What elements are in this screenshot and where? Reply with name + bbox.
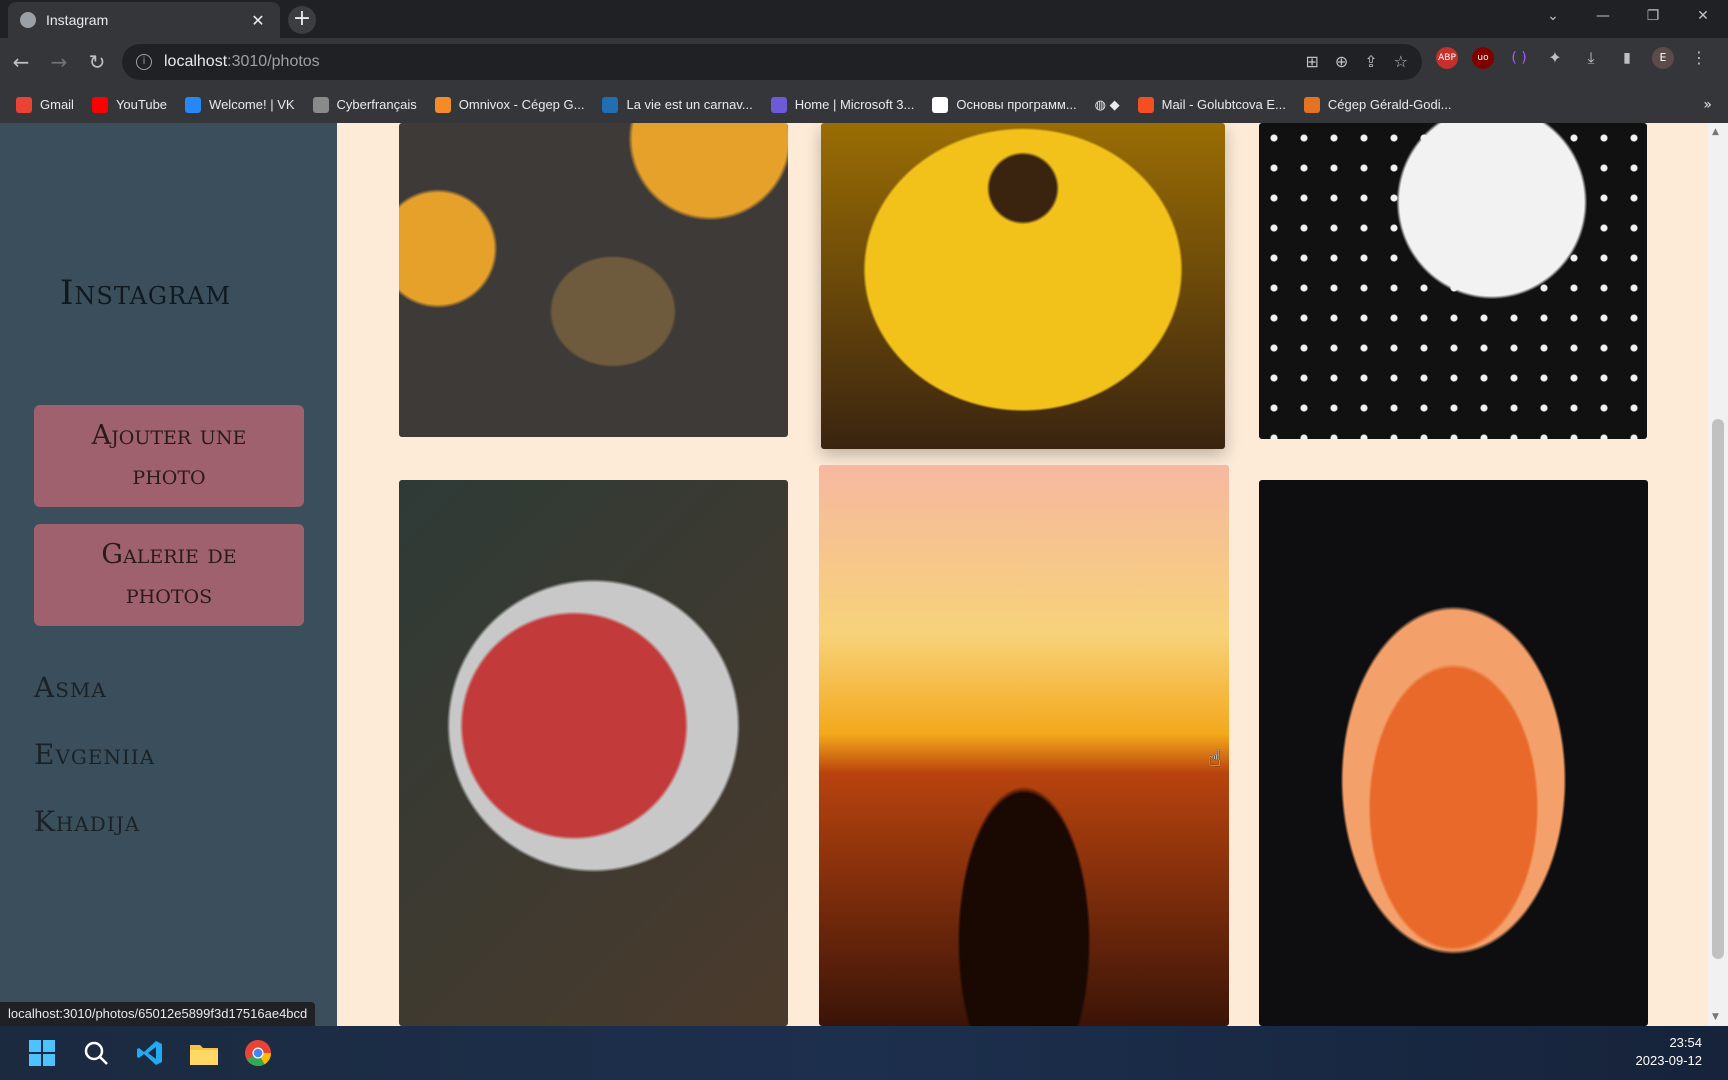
clock-time: 23:54 (1669, 1035, 1702, 1050)
photo-dog-sunset[interactable] (819, 465, 1229, 1026)
bookmark-item[interactable]: La vie est un carnav... (602, 96, 753, 113)
side-panel-icon[interactable]: ▮ (1616, 47, 1638, 69)
close-tab-icon[interactable]: ✕ (248, 11, 268, 30)
bookmark-item[interactable]: Cégep Gérald-Godi... (1303, 96, 1452, 113)
bookmark-label: Основы программ... (956, 97, 1077, 112)
bookmark-label: La vie est un carnav... (626, 97, 753, 112)
photo-iced-drink[interactable] (1259, 480, 1648, 1026)
tab-strip: Instagram ✕ + ⌄ — ❐ ✕ (0, 0, 1728, 38)
bookmark-favicon-icon (602, 96, 619, 113)
search-icon[interactable] (76, 1033, 116, 1073)
minimize-button[interactable]: — (1578, 0, 1628, 32)
photo-hands-polka-dots[interactable] (1259, 123, 1647, 439)
bookmark-item[interactable]: Gmail (16, 96, 74, 113)
bookmark-favicon-icon (185, 96, 202, 113)
browser-chrome: Instagram ✕ + ⌄ — ❐ ✕ ← → ↻ i localhost:… (0, 0, 1728, 123)
bookmark-favicon-icon (312, 96, 329, 113)
bookmarks-bar: Gmail YouTube Welcome! | VK Cyberfrançais Om… (0, 86, 1728, 123)
forward-icon[interactable]: → (42, 45, 76, 79)
bookmark-label: Welcome! | VK (209, 97, 295, 112)
extensions-puzzle-icon[interactable]: ✦ (1544, 47, 1566, 69)
page-content: Instagram Ajouter une photo Galerie de p… (0, 123, 1728, 1026)
bookmark-label: Mail - Golubtcova E... (1161, 97, 1286, 112)
bookmark-star-icon[interactable]: ☆ (1394, 52, 1408, 71)
ublock-icon[interactable]: uo (1472, 47, 1494, 69)
bookmark-favicon-icon (770, 96, 787, 113)
globe-icon (20, 12, 36, 28)
bookmark-label: Cégep Gérald-Godi... (1327, 97, 1452, 112)
bookmark-label: Omnivox - Cégep G... (458, 97, 585, 112)
user-link-asma[interactable]: Asma (34, 671, 107, 704)
bookmark-favicon-icon (434, 96, 451, 113)
bookmarks-overflow-icon[interactable]: » (1703, 97, 1712, 113)
scrollbar-thumb[interactable] (1712, 419, 1724, 959)
extension-purple-icon[interactable]: ( ) (1508, 47, 1530, 69)
reload-icon[interactable]: ↻ (80, 45, 114, 79)
hand-cursor-icon: ☝ (1208, 747, 1222, 772)
bookmark-favicon-icon (16, 96, 32, 113)
tab-title: Instagram (46, 12, 109, 28)
bookmark-label: YouTube (115, 97, 168, 112)
scroll-up-icon[interactable]: ▲ (1712, 127, 1719, 137)
windows-taskbar: 23:54 2023-09-12 (0, 1026, 1728, 1080)
bookmark-item[interactable]: Основы программ... (932, 96, 1077, 113)
photo-yellow-flower[interactable] (821, 123, 1225, 449)
adblock-icon[interactable]: ABP (1436, 47, 1458, 69)
user-link-khadija[interactable]: Khadija (34, 805, 140, 838)
bookmark-item[interactable]: Cyberfrançais (312, 96, 417, 113)
sidebar: Instagram Ajouter une photo Galerie de p… (0, 123, 337, 1026)
vscode-icon[interactable] (130, 1033, 170, 1073)
bookmark-item[interactable]: Mail - Golubtcova E... (1137, 96, 1286, 113)
url-text[interactable]: localhost:3010/photos (164, 53, 320, 71)
omnibox-actions: ⊞ ⊕ ⇪ ☆ (1305, 52, 1408, 71)
tab-search-icon[interactable]: ⌄ (1528, 0, 1578, 32)
back-icon[interactable]: ← (4, 45, 38, 79)
bookmark-globe-icon[interactable]: ◍ ◆ (1095, 97, 1120, 113)
bookmark-label: Gmail (40, 97, 74, 112)
bookmark-label: Cyberfrançais (336, 97, 417, 112)
profile-avatar[interactable]: E (1652, 47, 1674, 69)
menu-icon[interactable]: ⋮ (1688, 47, 1710, 69)
translate-icon[interactable]: ⊞ (1305, 52, 1318, 71)
bookmark-favicon-icon (1303, 96, 1320, 113)
tab-instagram[interactable]: Instagram ✕ (8, 2, 280, 38)
status-bar-url: localhost:3010/photos/65012e5899f3d17516… (0, 1002, 316, 1026)
bookmark-label: Home | Microsoft 3... (794, 97, 915, 112)
photo-apples-bucket[interactable] (399, 480, 788, 1026)
bookmark-item[interactable]: YouTube (91, 96, 168, 113)
file-explorer-icon[interactable] (184, 1033, 224, 1073)
extensions-area: ABP uo ( ) ✦ ⤓ ▮ E ⋮ (1436, 46, 1710, 70)
bookmark-item[interactable]: Welcome! | VK (185, 96, 295, 113)
share-icon[interactable]: ⇪ (1364, 52, 1377, 71)
brand-title: Instagram (60, 273, 232, 313)
chrome-icon[interactable] (238, 1033, 278, 1073)
add-photo-button[interactable]: Ajouter une photo (34, 405, 304, 507)
page-scrollbar[interactable]: ▲ ▼ (1708, 123, 1728, 1026)
windows-start-icon[interactable] (22, 1033, 62, 1073)
restore-button[interactable]: ❐ (1628, 0, 1678, 32)
bookmark-item[interactable]: Omnivox - Cégep G... (434, 96, 585, 113)
photo-gallery (337, 123, 1708, 1026)
scroll-down-icon[interactable]: ▼ (1712, 1012, 1719, 1022)
address-bar[interactable]: i localhost:3010/photos ⊞ ⊕ ⇪ ☆ (122, 44, 1422, 80)
gallery-button[interactable]: Galerie de photos (34, 524, 304, 626)
download-icon[interactable]: ⤓ (1580, 47, 1602, 69)
new-tab-button[interactable]: + (288, 6, 316, 34)
photo-pumpkin-snail[interactable] (399, 123, 788, 437)
close-window-button[interactable]: ✕ (1678, 0, 1728, 32)
clock-date: 2023-09-12 (1635, 1053, 1703, 1068)
bookmark-favicon-icon (91, 96, 108, 113)
user-link-evgeniia[interactable]: Evgeniia (34, 738, 155, 771)
system-clock[interactable]: 23:54 2023-09-12 (1636, 1034, 1703, 1070)
bookmark-favicon-icon (1137, 96, 1154, 113)
bookmark-item[interactable]: Home | Microsoft 3... (770, 96, 915, 113)
window-controls: ⌄ — ❐ ✕ (1528, 0, 1728, 32)
browser-toolbar: ← → ↻ i localhost:3010/photos ⊞ ⊕ ⇪ ☆ AB… (0, 38, 1728, 86)
zoom-icon[interactable]: ⊕ (1335, 52, 1348, 71)
bookmark-favicon-icon (932, 96, 949, 113)
site-info-icon[interactable]: i (136, 54, 152, 70)
